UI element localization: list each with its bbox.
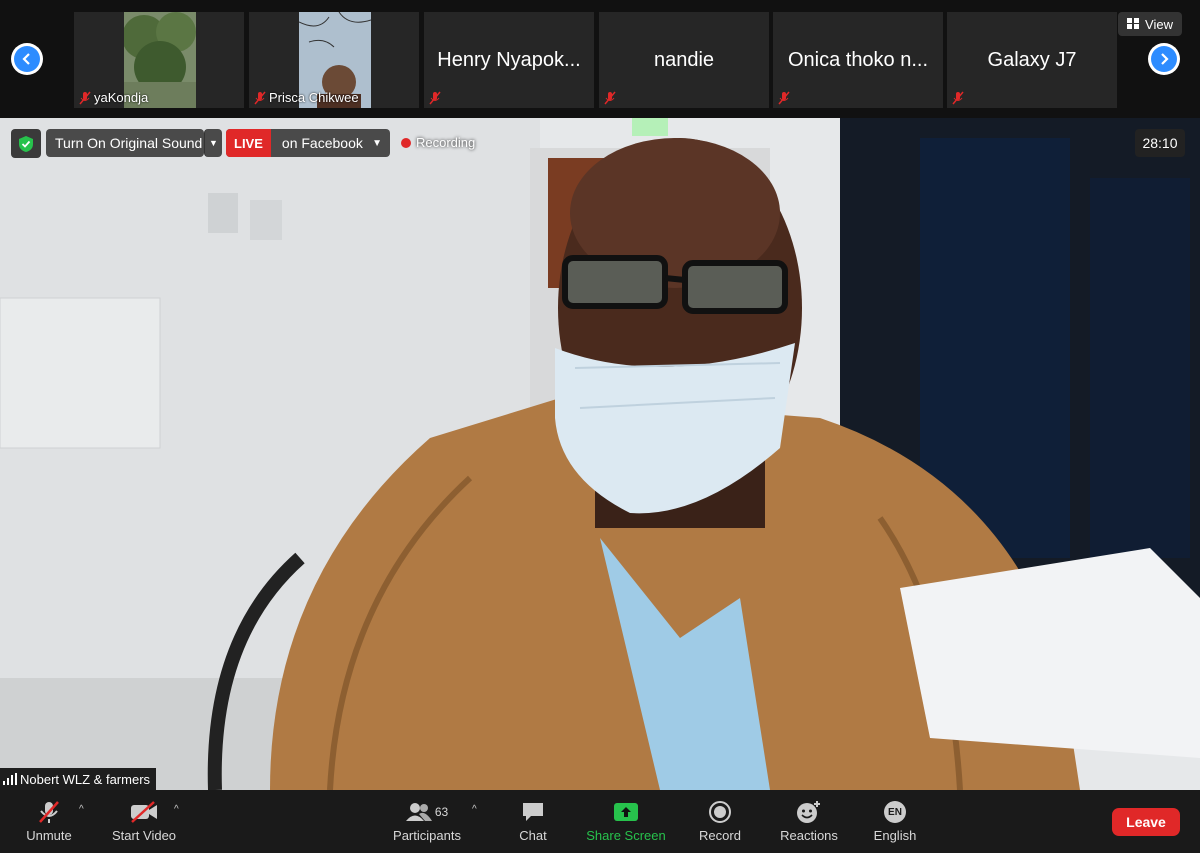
language-code: EN	[888, 806, 902, 818]
participants-icon	[405, 803, 432, 821]
participants-count: 63	[434, 805, 449, 819]
participants-label: Participants	[393, 828, 461, 843]
participant-tile[interactable]: Prisca Chikwee	[249, 12, 419, 108]
meeting-toolbar: Unmute ^ Start Video ^ 63 Participants ^	[0, 790, 1200, 853]
muted-mic-icon	[952, 91, 964, 105]
participant-tile[interactable]: Galaxy J7	[947, 12, 1117, 108]
speaker-video-frame	[0, 118, 1200, 790]
leave-button[interactable]: Leave	[1112, 808, 1180, 836]
record-label: Record	[699, 828, 741, 843]
muted-mic-icon	[429, 91, 441, 105]
live-stream-menu[interactable]: LIVE on Facebook ▼	[226, 129, 390, 157]
reactions-label: Reactions	[780, 828, 838, 843]
muted-mic-icon	[79, 91, 91, 105]
participant-tile[interactable]: yaKondja	[74, 12, 244, 108]
participant-name: Galaxy J7	[987, 48, 1077, 71]
turn-on-original-sound-button[interactable]: Turn On Original Sound	[46, 129, 204, 157]
muted-mic-icon	[254, 91, 266, 105]
video-options-caret[interactable]: ^	[174, 804, 179, 815]
participant-name: Onica thoko n...	[787, 48, 929, 71]
chat-label: Chat	[519, 828, 547, 843]
muted-mic-icon	[604, 91, 616, 105]
language-label: English	[873, 828, 917, 843]
grid-icon	[1127, 18, 1140, 29]
original-sound-label: Turn On Original Sound	[55, 135, 203, 151]
signal-strength-icon	[3, 773, 17, 785]
security-shield-icon[interactable]	[11, 129, 41, 158]
share-screen-label: Share Screen	[586, 828, 666, 843]
participant-tile[interactable]: Onica thoko n...	[773, 12, 943, 108]
language-interpretation-button[interactable]: EN English	[866, 790, 924, 853]
original-sound-dropdown[interactable]: ▼	[204, 129, 222, 157]
audio-options-caret[interactable]: ^	[79, 804, 84, 815]
share-screen-button[interactable]: Share Screen	[582, 790, 670, 853]
participant-name: nandie	[653, 48, 715, 71]
chevron-right-icon	[1151, 46, 1177, 72]
participant-name: Prisca Chikwee	[269, 90, 359, 105]
video-off-icon	[131, 801, 157, 823]
language-globe-icon: EN	[884, 801, 906, 823]
reactions-button[interactable]: Reactions	[774, 790, 844, 853]
muted-mic-icon	[778, 91, 790, 105]
unmute-button[interactable]: Unmute	[18, 790, 80, 853]
meeting-timer: 28:10	[1135, 129, 1185, 157]
active-speaker-video	[0, 118, 1200, 790]
chevron-down-icon: ▼	[209, 138, 218, 148]
start-video-label: Start Video	[111, 828, 177, 843]
participant-thumbnail-strip: yaKondja Prisca Chikwee Henry Nyapok... …	[0, 0, 1200, 118]
active-speaker-label: Nobert WLZ & farmers	[0, 768, 157, 790]
participant-tile[interactable]: Henry Nyapok...	[424, 12, 594, 108]
previous-page-button[interactable]	[11, 43, 43, 75]
share-screen-icon	[614, 803, 638, 821]
participant-name: Henry Nyapok...	[437, 48, 581, 71]
next-page-button[interactable]	[1148, 43, 1180, 75]
record-icon	[709, 801, 731, 823]
unmute-label: Unmute	[26, 828, 72, 843]
muted-mic-icon	[39, 801, 59, 823]
participants-button[interactable]: 63 Participants	[388, 790, 466, 853]
live-badge: LIVE	[226, 129, 271, 157]
recording-label: Recording	[416, 135, 476, 150]
chat-button[interactable]: Chat	[510, 790, 556, 853]
participant-name: yaKondja	[94, 90, 149, 105]
view-button[interactable]: View	[1118, 12, 1182, 36]
recording-dot-icon	[401, 137, 411, 148]
view-label: View	[1145, 16, 1173, 32]
participant-tile[interactable]: nandie	[599, 12, 769, 108]
chevron-down-icon: ▼	[372, 137, 382, 149]
chevron-left-icon	[14, 46, 40, 72]
recording-indicator[interactable]: Recording	[401, 135, 475, 150]
chat-bubble-icon	[523, 803, 543, 821]
reactions-smiley-icon	[797, 801, 820, 823]
live-target-label: on Facebook	[281, 135, 363, 151]
record-button[interactable]: Record	[692, 790, 748, 853]
participants-options-caret[interactable]: ^	[472, 804, 477, 815]
start-video-button[interactable]: Start Video	[106, 790, 182, 853]
active-speaker-name: Nobert WLZ & farmers	[20, 771, 151, 787]
